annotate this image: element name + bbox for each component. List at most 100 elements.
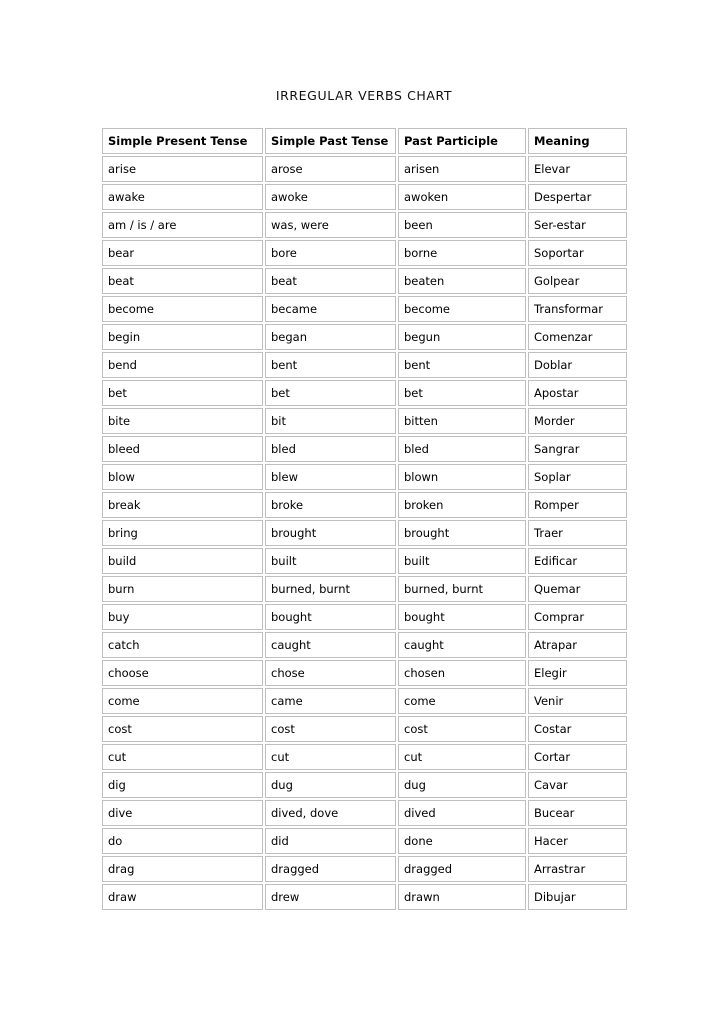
table-cell: cost <box>398 716 526 742</box>
table-row: catch caught caught Atrapar <box>102 632 627 658</box>
table-row: beat beat beaten Golpear <box>102 268 627 294</box>
table-row: begin began begun Comenzar <box>102 324 627 350</box>
table-row: do did done Hacer <box>102 828 627 854</box>
table-cell: cut <box>265 744 396 770</box>
table-cell: arisen <box>398 156 526 182</box>
table-cell: burned, burnt <box>265 576 396 602</box>
table-cell: Doblar <box>528 352 627 378</box>
table-row: bite bit bitten Morder <box>102 408 627 434</box>
table-cell: Soportar <box>528 240 627 266</box>
table-cell: bit <box>265 408 396 434</box>
table-cell: bitten <box>398 408 526 434</box>
table-cell: Hacer <box>528 828 627 854</box>
table-cell: Morder <box>528 408 627 434</box>
table-cell: dig <box>102 772 263 798</box>
table-cell: burned, burnt <box>398 576 526 602</box>
table-cell: dived, dove <box>265 800 396 826</box>
table-cell: Cavar <box>528 772 627 798</box>
table-row: break broke broken Romper <box>102 492 627 518</box>
table-cell: Golpear <box>528 268 627 294</box>
table-row: build built built Edificar <box>102 548 627 574</box>
table-row: cost cost cost Costar <box>102 716 627 742</box>
table-cell: came <box>265 688 396 714</box>
table-row: arise arose arisen Elevar <box>102 156 627 182</box>
table-cell: Traer <box>528 520 627 546</box>
table-row: bear bore borne Soportar <box>102 240 627 266</box>
table-cell: bear <box>102 240 263 266</box>
table-cell: come <box>102 688 263 714</box>
table-cell: bent <box>398 352 526 378</box>
table-row: dive dived, dove dived Bucear <box>102 800 627 826</box>
table-cell: drawn <box>398 884 526 910</box>
table-cell: buy <box>102 604 263 630</box>
table-cell: do <box>102 828 263 854</box>
table-cell: broke <box>265 492 396 518</box>
table-cell: cut <box>398 744 526 770</box>
table-cell: began <box>265 324 396 350</box>
table-cell: dug <box>265 772 396 798</box>
table-cell: Arrastrar <box>528 856 627 882</box>
table-cell: awoken <box>398 184 526 210</box>
table-cell: blow <box>102 464 263 490</box>
table-cell: Atrapar <box>528 632 627 658</box>
table-cell: bend <box>102 352 263 378</box>
table-cell: Bucear <box>528 800 627 826</box>
table-row: become became become Transformar <box>102 296 627 322</box>
table-cell: Quemar <box>528 576 627 602</box>
table-cell: caught <box>265 632 396 658</box>
table-cell: been <box>398 212 526 238</box>
table-cell: catch <box>102 632 263 658</box>
table-cell: bet <box>102 380 263 406</box>
table-cell: beaten <box>398 268 526 294</box>
table-cell: bet <box>398 380 526 406</box>
table-cell: brought <box>265 520 396 546</box>
table-row: cut cut cut Cortar <box>102 744 627 770</box>
table-cell: begin <box>102 324 263 350</box>
table-cell: awake <box>102 184 263 210</box>
table-row: dig dug dug Cavar <box>102 772 627 798</box>
table-cell: Sangrar <box>528 436 627 462</box>
column-header-simple-past-tense: Simple Past Tense <box>265 128 396 154</box>
table-cell: Cortar <box>528 744 627 770</box>
table-cell: burn <box>102 576 263 602</box>
table-cell: bent <box>265 352 396 378</box>
table-cell: awoke <box>265 184 396 210</box>
table-cell: blew <box>265 464 396 490</box>
table-row: bring brought brought Traer <box>102 520 627 546</box>
table-cell: Elegir <box>528 660 627 686</box>
table-cell: did <box>265 828 396 854</box>
table-cell: Costar <box>528 716 627 742</box>
table-cell: am / is / are <box>102 212 263 238</box>
table-cell: bled <box>265 436 396 462</box>
table-cell: Transformar <box>528 296 627 322</box>
table-cell: Dibujar <box>528 884 627 910</box>
table-row: bend bent bent Doblar <box>102 352 627 378</box>
table-row: choose chose chosen Elegir <box>102 660 627 686</box>
table-cell: cut <box>102 744 263 770</box>
table-cell: cost <box>265 716 396 742</box>
table-cell: choose <box>102 660 263 686</box>
table-cell: dug <box>398 772 526 798</box>
table-body: arise arose arisen Elevar awake awoke awoken De… <box>102 156 627 910</box>
table-cell: bought <box>398 604 526 630</box>
table-row: buy bought bought Comprar <box>102 604 627 630</box>
table-cell: draw <box>102 884 263 910</box>
table-cell: Soplar <box>528 464 627 490</box>
table-row: bet bet bet Apostar <box>102 380 627 406</box>
table-cell: bled <box>398 436 526 462</box>
table-row: awake awoke awoken Despertar <box>102 184 627 210</box>
table-row: draw drew drawn Dibujar <box>102 884 627 910</box>
table-cell: chosen <box>398 660 526 686</box>
table-cell: bet <box>265 380 396 406</box>
table-cell: caught <box>398 632 526 658</box>
table-cell: Ser-estar <box>528 212 627 238</box>
irregular-verbs-table-container: Simple Present Tense Simple Past Tense P… <box>100 126 629 912</box>
table-cell: chose <box>265 660 396 686</box>
table-row: bleed bled bled Sangrar <box>102 436 627 462</box>
table-cell: bought <box>265 604 396 630</box>
table-cell: was, were <box>265 212 396 238</box>
table-cell: bite <box>102 408 263 434</box>
table-cell: become <box>398 296 526 322</box>
table-cell: bring <box>102 520 263 546</box>
table-cell: Elevar <box>528 156 627 182</box>
